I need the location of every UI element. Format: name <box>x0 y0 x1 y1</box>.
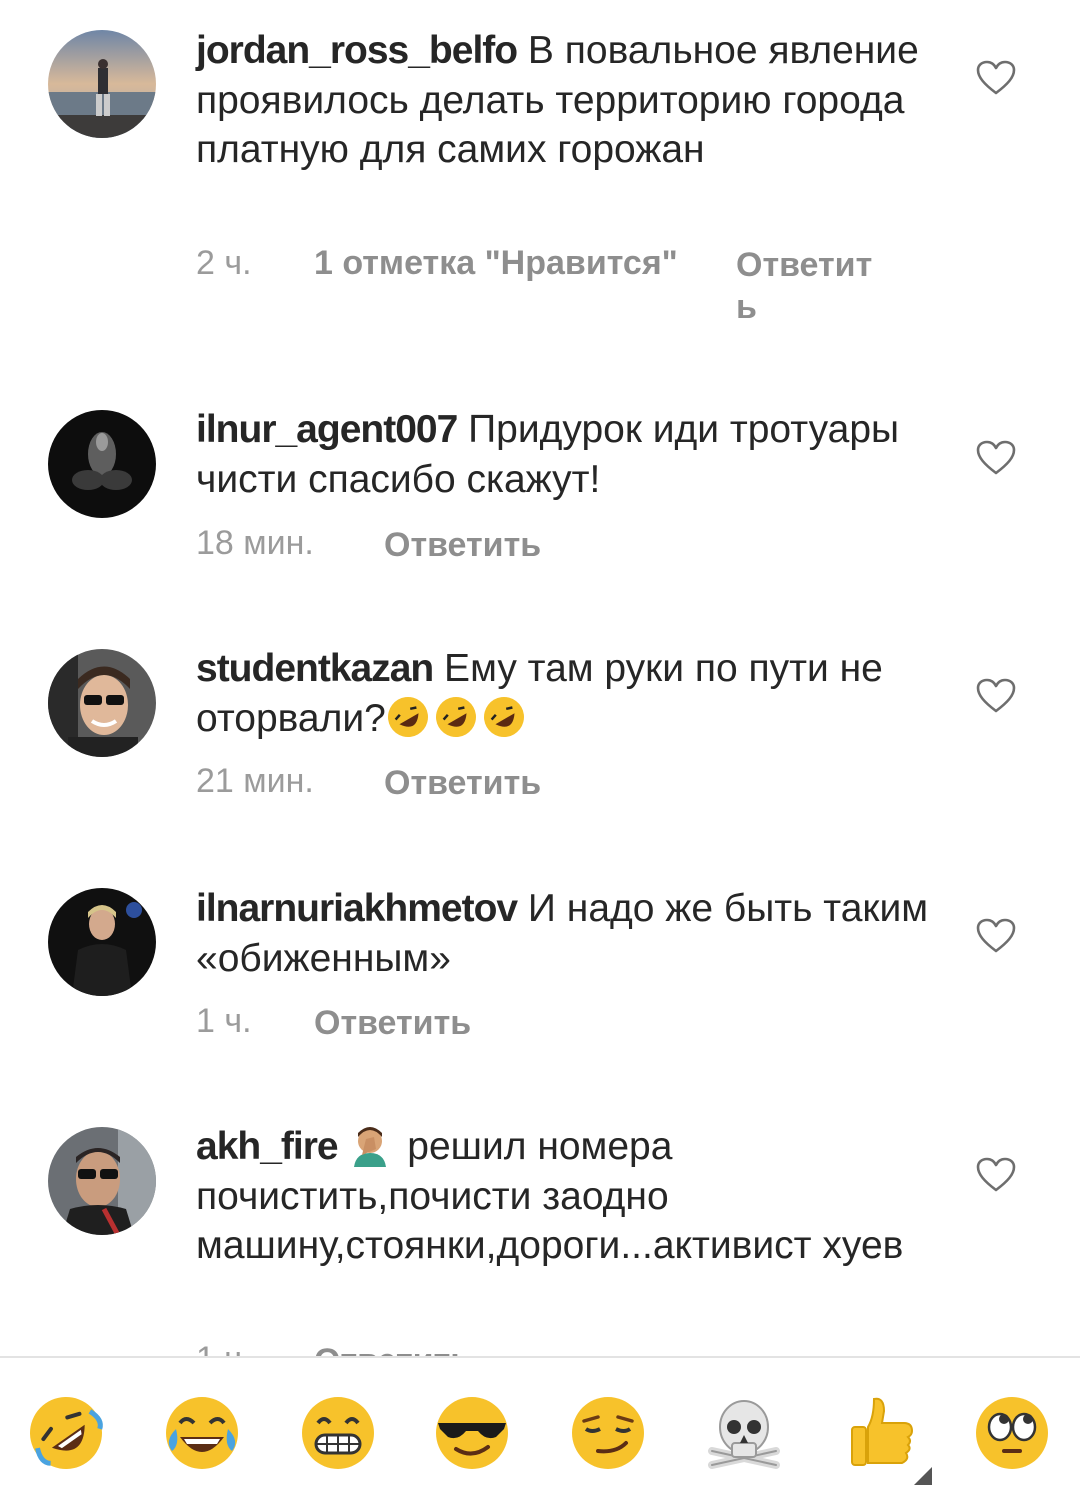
comment-time: 21 мин. <box>196 762 314 800</box>
thumbs-up-emoji-icon[interactable] <box>838 1393 918 1473</box>
avatar[interactable] <box>48 649 156 757</box>
comment-username[interactable]: jordan_ross_belfo <box>196 29 518 72</box>
reply-button[interactable]: Ответить <box>314 1340 471 1357</box>
rofl-emoji-icon <box>386 695 430 739</box>
comment-time: 18 мин. <box>196 524 314 562</box>
comments-list[interactable]: jordan_ross_belfo В повальное явление пр… <box>0 0 1080 1357</box>
comment-likes[interactable]: 1 отметка "Нравится" <box>314 244 678 283</box>
reply-button[interactable]: Ответить <box>314 1002 471 1044</box>
comment-username[interactable]: ilnarnuriakhmetov <box>196 887 518 930</box>
eye-roll-emoji-icon[interactable] <box>972 1393 1052 1473</box>
like-heart-icon[interactable] <box>976 440 1016 476</box>
rofl-emoji-icon <box>482 695 526 739</box>
like-heart-icon[interactable] <box>976 918 1016 954</box>
resize-corner-icon <box>914 1467 932 1485</box>
comment-time: 2 ч. <box>196 244 252 282</box>
comment-body: ilnur_agent007 Придурок иди тротуары чис… <box>196 405 941 504</box>
comment-username[interactable]: studentkazan <box>196 647 434 690</box>
comment-time: 1 ч. <box>196 1340 252 1357</box>
rofl-emoji-icon <box>434 695 478 739</box>
comment-body: akh_fire решил номера почистить,почисти … <box>196 1122 941 1271</box>
like-heart-icon[interactable] <box>976 1157 1016 1193</box>
like-heart-icon[interactable] <box>976 60 1016 96</box>
like-heart-icon[interactable] <box>976 678 1016 714</box>
avatar[interactable] <box>48 410 156 518</box>
tears-of-joy-emoji-icon[interactable] <box>162 1393 242 1473</box>
sunglasses-emoji-icon[interactable] <box>432 1393 512 1473</box>
smirking-emoji-icon[interactable] <box>568 1393 648 1473</box>
reply-button[interactable]: Ответить <box>384 762 541 804</box>
comment-username[interactable]: ilnur_agent007 <box>196 408 458 451</box>
comment-username[interactable]: akh_fire <box>196 1125 339 1168</box>
comment-time: 1 ч. <box>196 1002 252 1040</box>
reply-button[interactable]: Ответить <box>736 244 881 328</box>
comment-body: studentkazan Ему там руки по пути не ото… <box>196 644 941 743</box>
rofl-emoji-icon[interactable] <box>26 1393 106 1473</box>
reply-button[interactable]: Ответить <box>384 524 541 566</box>
facepalm-emoji-icon <box>348 1123 392 1167</box>
avatar[interactable] <box>48 888 156 996</box>
comment-body: jordan_ross_belfo В повальное явление пр… <box>196 26 941 175</box>
avatar[interactable] <box>48 1127 156 1235</box>
avatar[interactable] <box>48 30 156 138</box>
comment-body: ilnarnuriakhmetov И надо же быть таким «… <box>196 884 941 983</box>
grinning-emoji-icon[interactable] <box>298 1393 378 1473</box>
skull-and-crossbones-icon[interactable] <box>704 1393 784 1473</box>
